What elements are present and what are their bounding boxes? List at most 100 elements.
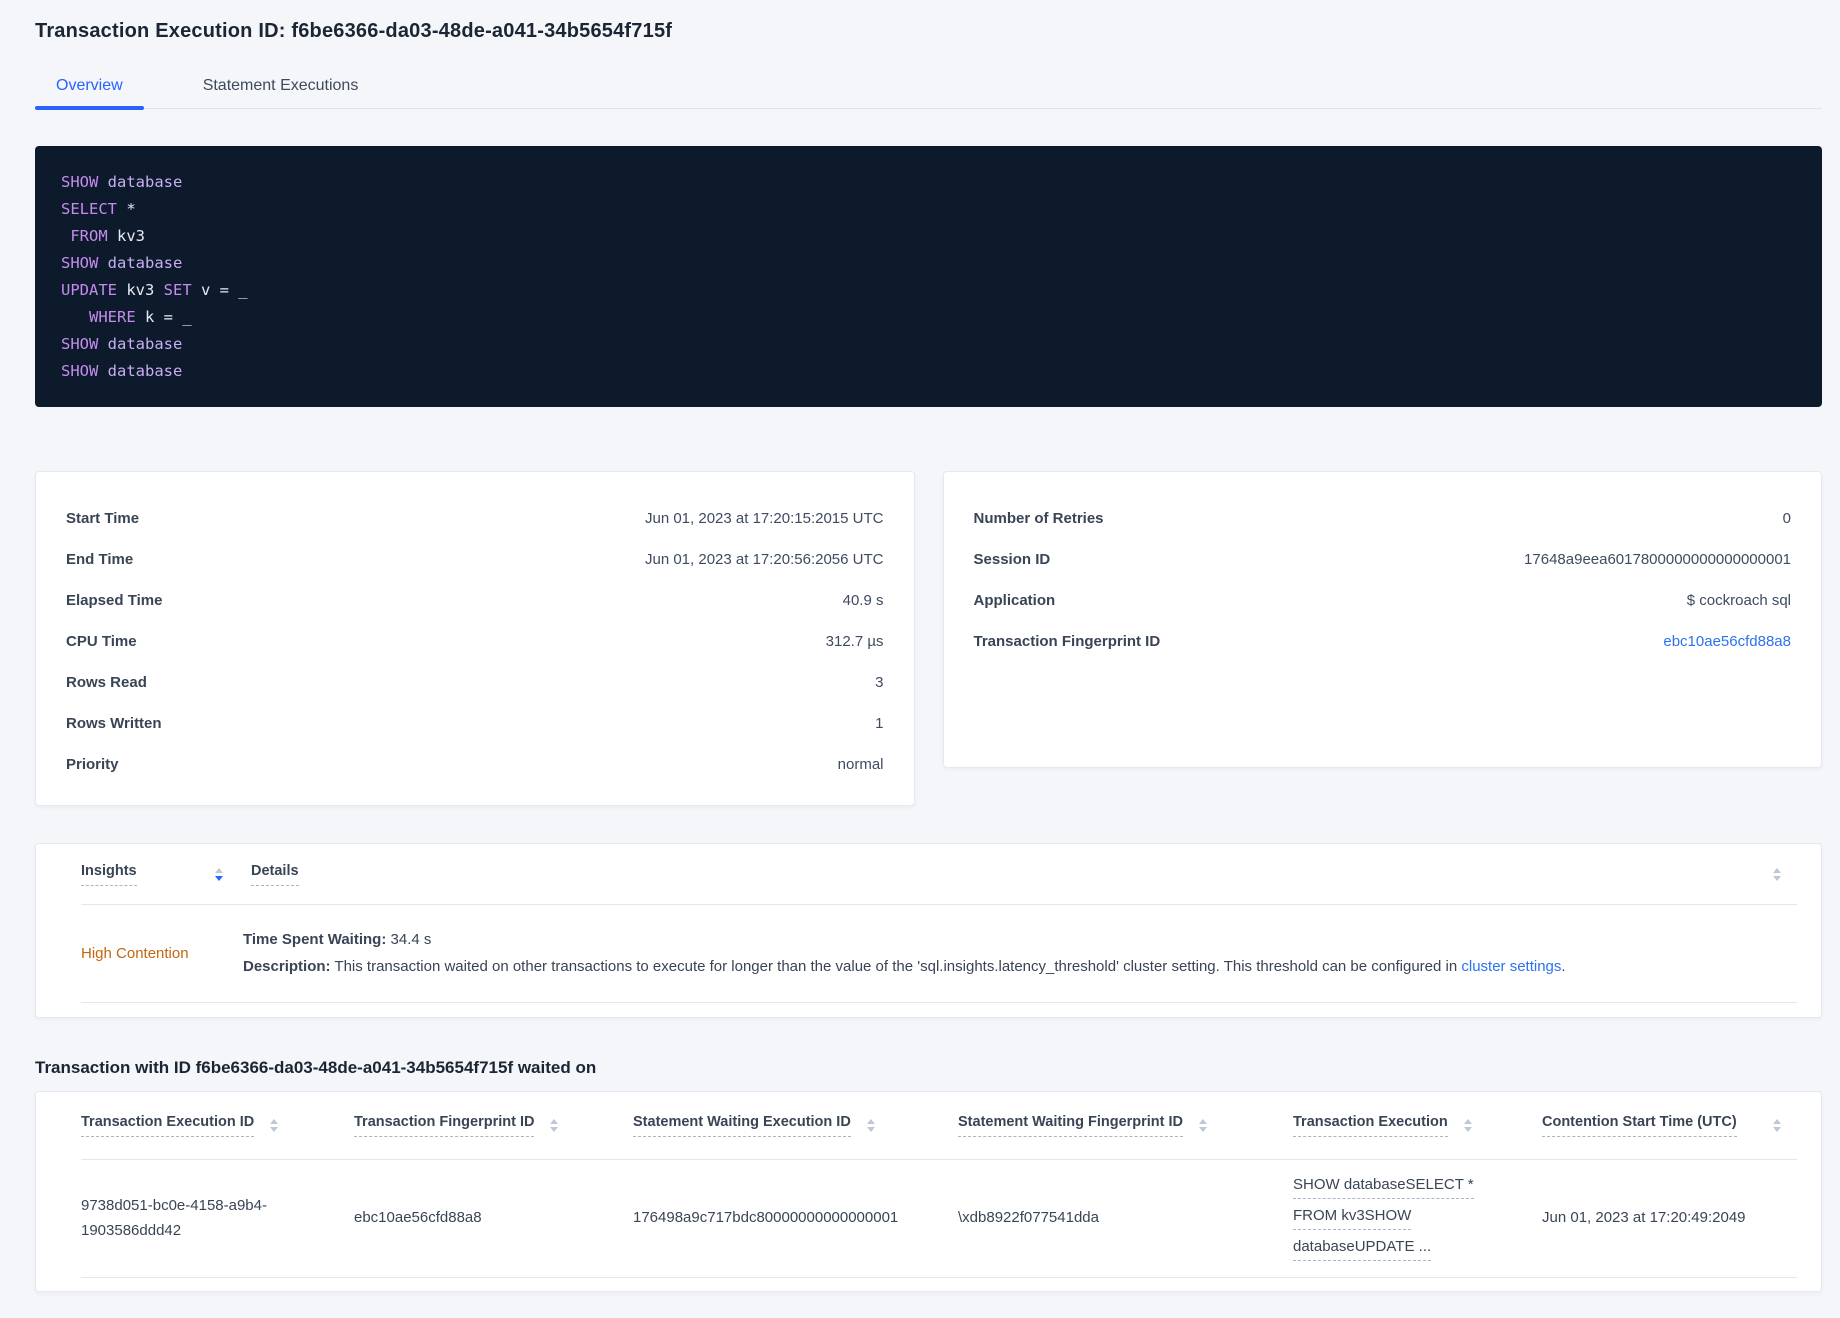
summary-row-rows-written: Rows Written 1 [66, 703, 884, 744]
application-label: Application [973, 592, 1056, 609]
session-id-value: 17648a9eea6017800000000000000001 [1524, 551, 1791, 568]
insights-table: Insights Details High Contention Time Sp… [35, 843, 1822, 1018]
description-suffix: . [1561, 958, 1566, 975]
summary-row-rows-read: Rows Read 3 [66, 662, 884, 703]
end-time-value: Jun 01, 2023 at 17:20:56:2056 UTC [644, 551, 884, 568]
elapsed-time-value: 40.9 s [842, 592, 884, 609]
page-title: Transaction Execution ID: f6be6366-da03-… [35, 20, 673, 42]
cell-transaction-execution-id: 9738d051-bc0e-4158-a9b4-1903586ddd42 [81, 1194, 354, 1244]
transaction-execution-id-value: 9738d051-bc0e-4158-a9b4-1903586ddd42 [81, 1196, 267, 1239]
details-column-label: Details [251, 863, 299, 886]
sort-up-arrow-icon [270, 1119, 279, 1124]
sort-icon[interactable] [1773, 867, 1781, 881]
sql-line: SHOW database [61, 173, 183, 191]
sort-down-arrow-icon [550, 1127, 559, 1132]
txn-fingerprint-label: Transaction Fingerprint ID [973, 633, 1161, 650]
start-time-label: Start Time [66, 510, 140, 527]
priority-label: Priority [66, 756, 119, 773]
sort-down-arrow-icon [1773, 1127, 1781, 1132]
col-label: Transaction Execution ID [81, 1114, 255, 1137]
col-label: Transaction Execution [1293, 1114, 1448, 1137]
txn-fingerprint-link[interactable]: ebc10ae56cfd88a8 [1663, 633, 1791, 650]
sql-line: FROM kv3 [70, 227, 146, 245]
transaction-execution-link[interactable]: SHOW databaseSELECT * [1293, 1176, 1474, 1200]
end-time-label: End Time [66, 551, 134, 568]
sort-up-arrow-icon [550, 1119, 559, 1124]
cell-contention-start-time: Jun 01, 2023 at 17:20:49:2049 [1542, 1209, 1746, 1227]
summary-card-left: Start Time Jun 01, 2023 at 17:20:15:2015… [35, 471, 915, 806]
waited-on-table: Transaction Execution ID Transaction Fin… [35, 1091, 1822, 1292]
tab-statement-executions[interactable]: Statement Executions [182, 69, 380, 108]
sort-icon [270, 1119, 279, 1132]
sql-statements-box: SHOW database SELECT * FROM kv3 SHOW dat… [35, 146, 1822, 407]
sql-line: SHOW database [61, 335, 183, 353]
sort-up-arrow-icon [866, 1119, 875, 1124]
sort-icon[interactable] [1773, 1119, 1781, 1132]
cell-statement-waiting-fingerprint-id: \xdb8922f077541dda [958, 1209, 1099, 1227]
sort-up-arrow-icon [215, 867, 223, 873]
tab-overview[interactable]: Overview [35, 69, 144, 110]
insights-column-header[interactable]: Insights [81, 863, 199, 886]
summary-row-application: Application $ cockroach sql [974, 580, 1792, 621]
details-column-header[interactable]: Details [251, 863, 313, 886]
cpu-time-label: CPU Time [66, 633, 137, 650]
table-row: 9738d051-bc0e-4158-a9b4-1903586ddd42 ebc… [81, 1160, 1797, 1278]
sort-icon [1199, 1119, 1208, 1132]
col-header-statement-waiting-fingerprint-id[interactable]: Statement Waiting Fingerprint ID [958, 1114, 1293, 1137]
sort-up-arrow-icon [1773, 1119, 1781, 1124]
insight-badge: High Contention [81, 945, 189, 962]
summary-card-right: Number of Retries 0 Session ID 17648a9ee… [942, 471, 1822, 768]
col-header-statement-waiting-execution-id[interactable]: Statement Waiting Execution ID [633, 1114, 958, 1137]
retries-label: Number of Retries [973, 510, 1104, 527]
sort-up-arrow-icon [1199, 1119, 1208, 1124]
sort-icon [550, 1119, 559, 1132]
sort-down-arrow-icon [215, 875, 223, 881]
summary-row-elapsed-time: Elapsed Time 40.9 s [66, 580, 884, 621]
summary-row-session-id: Session ID 17648a9eea6017800000000000000… [974, 539, 1792, 580]
tab-overview-label: Overview [56, 77, 123, 94]
col-header-contention-start-time[interactable]: Contention Start Time (UTC) [1542, 1114, 1773, 1137]
time-spent-waiting-value: 34.4 s [386, 930, 432, 948]
elapsed-time-label: Elapsed Time [66, 592, 163, 609]
sort-icon [866, 1119, 875, 1132]
cell-transaction-execution: SHOW databaseSELECT * FROM kv3SHOW datab… [1293, 1176, 1542, 1261]
col-header-transaction-execution-id[interactable]: Transaction Execution ID [81, 1114, 354, 1137]
sort-icon [1463, 1119, 1472, 1132]
sort-down-arrow-icon [270, 1127, 279, 1132]
summary-row-start-time: Start Time Jun 01, 2023 at 17:20:15:2015… [66, 498, 884, 539]
sql-line: UPDATE kv3 SET v = _ [61, 281, 248, 299]
cpu-time-value: 312.7 µs [825, 633, 884, 650]
insights-column-label: Insights [81, 863, 137, 886]
cluster-settings-link[interactable]: cluster settings [1461, 958, 1561, 975]
col-header-transaction-execution[interactable]: Transaction Execution [1293, 1114, 1542, 1137]
insight-row: High Contention Time Spent Waiting: 34.4… [81, 905, 1797, 1003]
summary-row-priority: Priority normal [66, 744, 884, 785]
insights-table-header: Insights Details [81, 844, 1797, 905]
sort-icon[interactable] [215, 867, 223, 881]
priority-value: normal [837, 756, 884, 773]
transaction-execution-link[interactable]: databaseUPDATE ... [1293, 1238, 1432, 1261]
summary-row-end-time: End Time Jun 01, 2023 at 17:20:56:2056 U… [66, 539, 884, 580]
col-header-transaction-fingerprint-id[interactable]: Transaction Fingerprint ID [354, 1114, 633, 1137]
col-label: Statement Waiting Execution ID [633, 1114, 851, 1137]
sort-down-arrow-icon [866, 1127, 875, 1132]
summary-row-txn-fingerprint: Transaction Fingerprint ID ebc10ae56cfd8… [974, 621, 1792, 662]
sql-line: SELECT * [61, 200, 136, 218]
retries-value: 0 [1782, 510, 1791, 527]
summary-row-retries: Number of Retries 0 [974, 498, 1792, 539]
tab-statement-executions-label: Statement Executions [202, 77, 359, 94]
time-spent-waiting: Time Spent Waiting: 34.4 s [243, 929, 1566, 952]
description-label: Description: [243, 958, 331, 975]
insight-details: Time Spent Waiting: 34.4 s Description: … [243, 929, 1566, 979]
description-text: This transaction waited on other transac… [330, 958, 1462, 975]
sort-up-arrow-icon [1773, 867, 1781, 873]
application-value: $ cockroach sql [1686, 592, 1791, 609]
transaction-execution-link[interactable]: FROM kv3SHOW [1293, 1207, 1412, 1230]
start-time-value: Jun 01, 2023 at 17:20:15:2015 UTC [644, 510, 884, 527]
sql-line: SHOW database [61, 362, 183, 380]
waited-table-header: Transaction Execution ID Transaction Fin… [81, 1092, 1797, 1160]
sort-up-arrow-icon [1463, 1119, 1472, 1124]
summary-row-cpu-time: CPU Time 312.7 µs [66, 621, 884, 662]
rows-read-label: Rows Read [66, 674, 147, 691]
session-id-label: Session ID [973, 551, 1051, 568]
